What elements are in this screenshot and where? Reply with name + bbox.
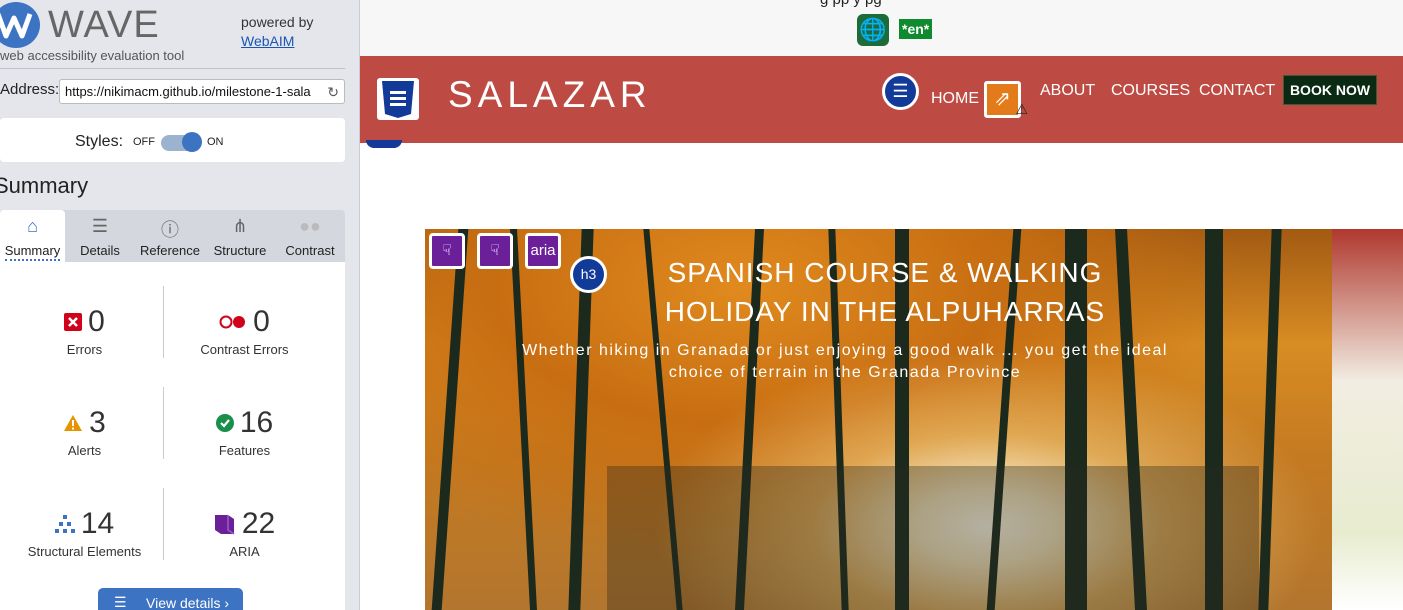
address-value: https://nikimacm.github.io/milestone-1-s…: [65, 84, 311, 99]
styles-off-label: OFF: [133, 136, 155, 148]
tab-contrast-label: Contrast: [285, 243, 335, 258]
language-badge[interactable]: *en*: [899, 19, 933, 39]
view-details-button[interactable]: ☰ View details ›: [98, 588, 243, 610]
evaluated-website: g pp y pg 🌐 *en* SALAZAR ☰ HOME ⇗⚠ ABOUT…: [360, 0, 1403, 610]
cropped-top-text: g pp y pg: [820, 0, 882, 8]
alerts-stat[interactable]: 3 Alerts: [3, 405, 166, 458]
warning-icon: ⚠: [1015, 101, 1028, 117]
wave-sidebar: WAVE web accessibility evaluation tool p…: [0, 0, 360, 610]
contrast-errors-label: Contrast Errors: [200, 342, 289, 357]
tab-summary[interactable]: ⌂ Summary: [0, 210, 65, 262]
tab-structure[interactable]: ⋔ Structure: [205, 210, 275, 262]
tab-details[interactable]: ☰ Details: [65, 210, 135, 262]
tab-details-label: Details: [80, 243, 120, 258]
nav-contact[interactable]: CONTACT: [1199, 82, 1275, 100]
structure-icon: [54, 515, 75, 533]
address-label: Address:: [0, 81, 60, 98]
nav-about[interactable]: ABOUT: [1040, 82, 1095, 100]
redundant-link-alert-icon[interactable]: ⇗ ⚠: [984, 81, 1028, 118]
aria-label-tag[interactable]: aria: [525, 233, 561, 269]
cropped-icon: [366, 140, 402, 148]
structural-label: Structural Elements: [27, 544, 142, 559]
aria-tag-icon[interactable]: ☟: [429, 233, 465, 269]
tab-contrast[interactable]: ●● Contrast: [275, 210, 345, 262]
address-input[interactable]: https://nikimacm.github.io/milestone-1-s…: [59, 79, 345, 104]
contrast-icon: ●●: [299, 216, 321, 236]
contrast-errors-count: 0: [253, 305, 270, 338]
globe-icon[interactable]: 🌐: [857, 14, 889, 46]
aria-icon: [214, 515, 235, 535]
alerts-count: 3: [89, 406, 106, 439]
view-details-label: View details ›: [146, 595, 230, 610]
language-bar: g pp y pg 🌐 *en*: [360, 0, 1403, 56]
tab-reference-label: Reference: [140, 243, 200, 258]
styles-toggle-knob[interactable]: [182, 132, 202, 152]
structural-stat[interactable]: 14 Structural Elements: [3, 506, 166, 559]
home-icon: ⌂: [27, 216, 38, 236]
errors-label: Errors: [66, 342, 103, 357]
book-now-button[interactable]: BOOK NOW: [1283, 75, 1377, 105]
alerts-label: Alerts: [67, 443, 102, 458]
structural-count: 14: [80, 507, 115, 540]
next-slide-image: [1332, 229, 1403, 610]
hero-subtitle: Whether hiking in Granada or just enjoyi…: [522, 342, 1168, 381]
features-stat[interactable]: 16 Features: [163, 405, 326, 458]
contrast-error-icon: [219, 315, 246, 329]
aria-tag-icon[interactable]: ☟: [477, 233, 513, 269]
contrast-errors-stat[interactable]: 0 Contrast Errors: [163, 304, 326, 357]
errors-count: 0: [88, 305, 105, 338]
styles-toggle-panel: Styles: OFF ON: [0, 118, 345, 162]
feature-icon: [215, 414, 234, 432]
tab-structure-label: Structure: [213, 243, 267, 258]
hero-caption-box: [607, 466, 1259, 610]
errors-stat[interactable]: 0 Errors: [3, 304, 166, 357]
list-icon[interactable]: ☰: [882, 73, 919, 110]
sitemap-icon: ⋔: [232, 216, 248, 236]
summary-stats: 0 Errors 0 Contrast Errors 3 Alerts 16 F…: [0, 262, 345, 610]
styles-on-label: ON: [207, 136, 224, 148]
wave-tagline: web accessibility evaluation tool: [0, 48, 185, 63]
hero-title: SPANISH COURSE & WALKING HOLIDAY IN THE …: [664, 257, 1106, 327]
features-label: Features: [218, 443, 271, 458]
styles-label: Styles:: [75, 133, 124, 150]
sidebar-divider: [0, 68, 345, 69]
aria-stat[interactable]: 22 ARIA: [163, 506, 326, 559]
aria-count: 22: [241, 507, 276, 540]
powered-by-label: powered by: [241, 14, 314, 30]
info-icon: ⓘ: [161, 220, 179, 240]
reload-icon[interactable]: ↻: [327, 84, 339, 101]
nav-courses[interactable]: COURSES: [1111, 82, 1190, 100]
list-icon: ☰: [114, 594, 127, 610]
wave-tabbar: ⌂ Summary ☰ Details ⓘ Reference ⋔ Struct…: [0, 210, 345, 262]
tab-summary-label: Summary: [4, 243, 61, 261]
wave-logo-text: WAVE: [48, 4, 160, 46]
summary-heading: Summary: [0, 173, 89, 198]
alert-icon: [64, 415, 83, 431]
webaim-link[interactable]: WebAIM: [241, 33, 294, 49]
site-brand[interactable]: SALAZAR: [448, 74, 652, 116]
features-count: 16: [239, 406, 274, 439]
tab-reference[interactable]: ⓘ Reference: [135, 210, 205, 262]
aria-label: ARIA: [229, 544, 260, 559]
css3-icon[interactable]: [377, 78, 419, 120]
wave-logo-icon: [0, 2, 40, 48]
nav-home[interactable]: HOME: [931, 90, 979, 108]
error-icon: [64, 313, 83, 331]
list-icon: ☰: [91, 216, 109, 236]
